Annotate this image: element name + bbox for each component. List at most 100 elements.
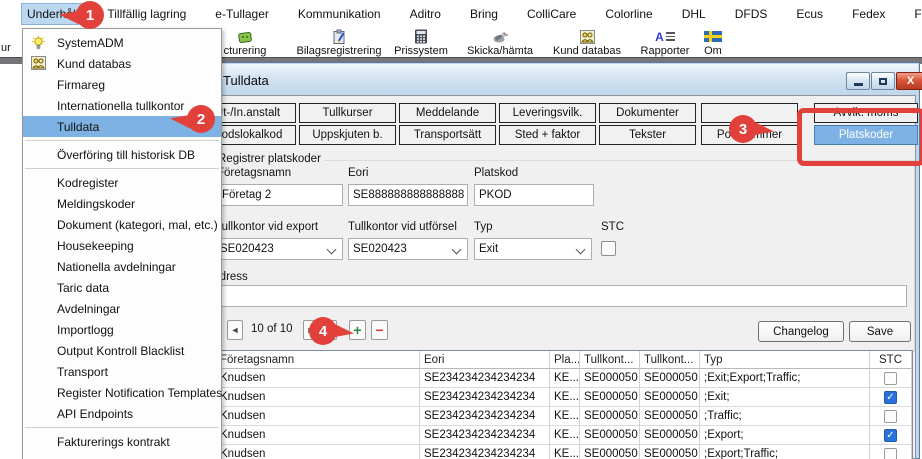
menubar-item-fedex[interactable]: Fedex	[847, 4, 890, 24]
menu-item-avdelningar[interactable]: Avdelningar	[23, 298, 221, 319]
foretagsnamn-input[interactable]: Företag 2	[217, 184, 343, 206]
typ-select[interactable]: Exit	[474, 238, 592, 260]
table-row[interactable]: Knudsen SE234234234234234 KE... SE000050…	[216, 388, 912, 407]
menu-item-label: Överföring till historisk DB	[57, 147, 196, 162]
menu-item-label: Register Notification Templates	[57, 385, 223, 400]
cell-stc	[870, 388, 912, 407]
minimize-button[interactable]	[846, 72, 870, 90]
toolbar-item-label: Skicka/hämta	[466, 45, 534, 57]
cell-typ: ;Exit;	[700, 388, 870, 407]
menu-item-label: SystemADM	[57, 35, 124, 50]
changelog-button[interactable]: Changelog	[758, 321, 844, 342]
menu-item-housekeeping[interactable]: Housekeeping	[23, 235, 221, 256]
cell-eori: SE234234234234234	[420, 407, 550, 426]
menu-item-systemadm[interactable]: SystemADM	[23, 32, 221, 53]
close-icon: X	[906, 75, 915, 87]
annotation-number: 3	[729, 115, 757, 143]
eori-input[interactable]: SE888888888888888	[348, 184, 468, 206]
table-row[interactable]: Knudsen SE234234234234234 KE... SE000050…	[216, 445, 912, 459]
menu-item-transport[interactable]: Transport	[23, 361, 221, 382]
menu-item-nationella-avdelningar[interactable]: Nationella avdelningar	[23, 256, 221, 277]
menubar-item-dhl[interactable]: DHL	[677, 4, 711, 24]
stc-row-checkbox[interactable]	[884, 409, 897, 423]
table-row[interactable]: Knudsen SE234234234234234 KE... SE000050…	[216, 407, 912, 426]
cell-tullkontor2: SE000050	[640, 445, 700, 459]
menubar-item-kommunikation[interactable]: Kommunikation	[293, 4, 386, 24]
menu-item-meldingskoder[interactable]: Meldingskoder	[23, 193, 221, 214]
menubar-item-dfds[interactable]: DFDS	[730, 4, 773, 24]
stc-row-checkbox[interactable]	[884, 390, 897, 404]
cell-plats: KE...	[550, 369, 580, 388]
menubar-item-bring[interactable]: Bring	[465, 4, 503, 24]
table-row[interactable]: Knudsen SE234234234234234 KE... SE000050…	[216, 426, 912, 445]
toolbar-item-label: Rapporter	[640, 45, 690, 57]
toolbar-item-label: Bilagsregistrering	[296, 45, 382, 57]
tab-tekster[interactable]: Tekster	[599, 125, 696, 145]
col-eori[interactable]: Eori	[420, 351, 550, 369]
clipboard-pen-icon	[331, 29, 347, 44]
stc-checkbox[interactable]	[601, 241, 616, 256]
menu-item-kodregister[interactable]: Kodregister	[23, 172, 221, 193]
menubar-item-tillfallig-lagring[interactable]: Tillfällig lagring	[102, 4, 191, 24]
save-button[interactable]: Save	[849, 321, 911, 342]
menu-item-dokument[interactable]: Dokument (kategori, mal, etc.)	[23, 214, 221, 235]
menubar-item-aditro[interactable]: Aditro	[405, 4, 446, 24]
chevron-down-icon	[326, 244, 337, 255]
tab-leveringsvilk[interactable]: Leveringsvilk.	[499, 103, 596, 123]
tab-tullkurser[interactable]: Tullkurser	[299, 103, 396, 123]
menu-separator	[25, 427, 219, 428]
cell-stc	[870, 445, 912, 459]
col-plats[interactable]: Pla...	[550, 351, 580, 369]
menubar-item-freja[interactable]: Freja	[909, 4, 922, 24]
cell-plats: KE...	[550, 407, 580, 426]
people-icon	[31, 56, 46, 73]
toolbar-item-skicka-hamta[interactable]: Skicka/hämta	[450, 29, 550, 57]
tab-transportsatt[interactable]: Transportsätt	[399, 125, 496, 145]
tullkontor-utforsel-select[interactable]: SE020423	[348, 238, 468, 260]
platskod-input[interactable]: PKOD	[474, 184, 594, 206]
minus-icon: −	[375, 322, 384, 338]
previous-record-button[interactable]: ◄	[227, 320, 243, 340]
plus-icon: +	[353, 322, 362, 338]
col-stc[interactable]: STC	[870, 351, 912, 369]
delete-record-button[interactable]: −	[371, 320, 388, 340]
stc-row-checkbox[interactable]	[884, 428, 897, 442]
menu-item-label: Tulldata	[57, 119, 100, 134]
tab-sted-faktor[interactable]: Sted + faktor	[499, 125, 596, 145]
table-row[interactable]: Knudsen SE234234234234234 KE... SE000050…	[216, 369, 912, 388]
menu-item-label: Importlogg	[57, 322, 114, 337]
tab-uppskjuten-b[interactable]: Uppskjuten b.	[299, 125, 396, 145]
toolbar-item-om[interactable]: Om	[688, 29, 738, 57]
menu-item-importlogg[interactable]: Importlogg	[23, 319, 221, 340]
menu-item-fakturerings-kontrakt[interactable]: Fakturerings kontrakt	[23, 431, 221, 452]
tullkontor-export-select[interactable]: SE020423	[215, 238, 343, 260]
toolbar-item-label: Kund databas	[553, 45, 621, 57]
menu-item-label: Taric data	[57, 280, 110, 295]
close-button[interactable]: X	[896, 72, 922, 90]
menu-item-kund-databas[interactable]: Kund databas	[23, 53, 221, 74]
menubar-item-ecus[interactable]: Ecus	[791, 4, 828, 24]
col-typ[interactable]: Typ	[700, 351, 870, 369]
adress-input[interactable]	[215, 285, 907, 307]
cell-tullkontor1: SE000050	[580, 388, 640, 407]
menubar-item-e-tullager[interactable]: e-Tullager	[210, 4, 274, 24]
tab-meddelande[interactable]: Meddelande	[399, 103, 496, 123]
menu-item-output-kontroll-blacklist[interactable]: Output Kontroll Blacklist	[23, 340, 221, 361]
menu-item-api-endpoints[interactable]: API Endpoints	[23, 403, 221, 424]
menubar-item-colorline[interactable]: Colorline	[600, 4, 657, 24]
maximize-button[interactable]	[871, 72, 895, 90]
stc-row-checkbox[interactable]	[884, 371, 897, 385]
col-tullkontor2[interactable]: Tullkont...	[640, 351, 700, 369]
chevron-down-icon	[575, 244, 586, 255]
annotation-number: 1	[76, 1, 104, 29]
menu-item-overforing-historisk-db[interactable]: Överföring till historisk DB	[23, 144, 221, 165]
tab-dokumenter[interactable]: Dokumenter	[599, 103, 696, 123]
menu-item-firmareg[interactable]: Firmareg	[23, 74, 221, 95]
menu-item-register-notification-templates[interactable]: Register Notification Templates	[23, 382, 223, 403]
menu-item-taric-data[interactable]: Taric data	[23, 277, 221, 298]
menubar-item-collicare[interactable]: ColliCare	[522, 4, 581, 24]
stc-row-checkbox[interactable]	[884, 447, 897, 459]
col-foretagsnamn[interactable]: Företagsnamn	[216, 351, 420, 369]
col-tullkontor1[interactable]: Tullkont...	[580, 351, 640, 369]
cell-foretagsnamn: Knudsen	[216, 426, 420, 445]
